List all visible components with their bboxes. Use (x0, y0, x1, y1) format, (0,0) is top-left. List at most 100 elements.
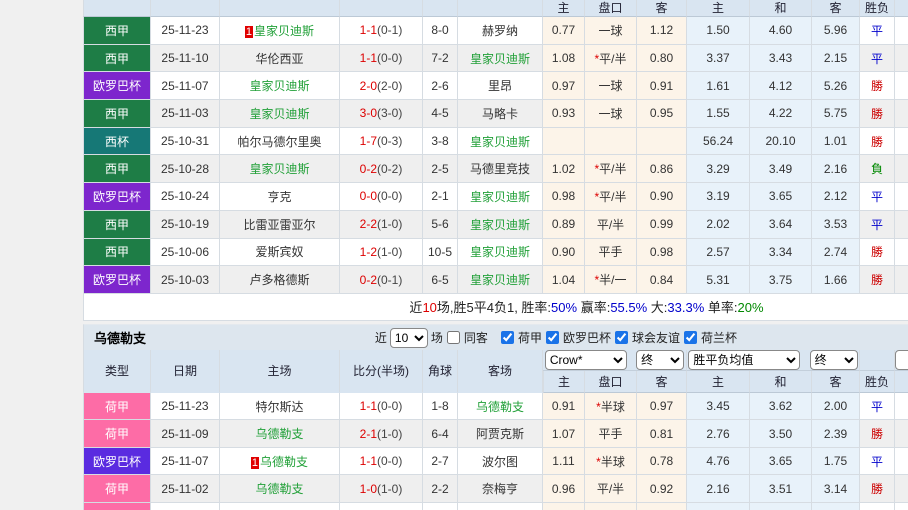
league-filter-checkbox[interactable] (545, 331, 559, 345)
away-team[interactable]: 皇家贝迪斯 (458, 210, 543, 239)
league-filter-checkbox[interactable] (614, 331, 628, 345)
away-team[interactable]: 波尔图 (458, 447, 543, 476)
page: 主 盘口 客 主 和 客 胜负 西甲 25-11-23 1 皇家贝迪斯 1-1(0… (0, 0, 908, 510)
away-team[interactable]: 皇家贝迪斯 (458, 238, 543, 267)
away-team[interactable]: 马德里竞技 (458, 155, 543, 184)
same-away-checkbox[interactable] (446, 331, 460, 345)
match-date: 25-10-03 (151, 266, 220, 294)
euro-away-odds: 2.15 (812, 44, 860, 73)
utrecht-matches-table: 类型 日期 主场 比分(半场) 角球 客场 Crow* 终 胜平负均值 终 主 … (83, 349, 908, 510)
match-result: 平 (860, 447, 895, 476)
home-team[interactable]: 华伦西亚 (220, 44, 340, 73)
euro-draw-odds: 3.64 (750, 210, 812, 239)
match-result: 平 (860, 17, 895, 45)
recent-count-select[interactable]: 10 (389, 327, 428, 348)
asian-home-odds: 0.90 (543, 238, 585, 267)
away-team[interactable]: 奈梅亨 (458, 475, 543, 503)
home-team[interactable]: 爱斯宾奴 (220, 238, 340, 267)
away-team[interactable]: 阿贾克斯 (458, 420, 543, 448)
handicap-header: 盘口 (585, 0, 637, 17)
euro-home-odds: 3.29 (687, 155, 750, 184)
home-team[interactable]: 1 乌德勒支 (220, 447, 340, 476)
home-team[interactable]: 皇家贝迪斯 (220, 155, 340, 184)
away-team[interactable]: 赫罗纳 (458, 17, 543, 45)
euro-draw-odds: 3.65 (750, 447, 812, 476)
clipped-header: 让 (895, 370, 908, 393)
match-result: 勝 (860, 266, 895, 294)
clipped-select[interactable] (895, 349, 908, 370)
asian-home-odds: 0.97 (543, 72, 585, 101)
asian-home-odds: 0.91 (543, 392, 585, 421)
corner-score: 4-5 (423, 100, 458, 128)
euro-away-odds: 5.96 (812, 17, 860, 45)
header-spacer (83, 0, 151, 17)
match-score: 3-0(3-0) (340, 100, 423, 128)
euro-time-select[interactable]: 终 (809, 349, 858, 370)
league-badge: 欧罗巴杯 (83, 72, 151, 101)
home-team[interactable]: 皇家贝迪斯 (220, 72, 340, 101)
asian-home-odds: 1.02 (543, 155, 585, 184)
euro-home-odds: 3.37 (687, 44, 750, 73)
euro-home-odds: 1.61 (687, 72, 750, 101)
euro-avg-select[interactable]: 胜平负均值 (688, 349, 801, 370)
euro-home-odds: 5.31 (687, 266, 750, 294)
asian-handicap: *平/半 (585, 44, 637, 73)
league-filter-label: 欧罗巴杯 (562, 331, 611, 346)
type-header: 类型 (83, 349, 151, 393)
recent-stats-text: 近10场,胜5平4负1, 胜率:50% 赢率:55.5% 大:33.3% 单率:… (83, 293, 908, 321)
header-spacer (423, 0, 458, 17)
home-team[interactable]: 亨克 (220, 183, 340, 211)
clipped-cell (895, 210, 908, 239)
odds-time-select[interactable]: 终 (636, 349, 685, 370)
away-team[interactable]: 里昂 (458, 72, 543, 101)
home-team[interactable]: 卢多格德斯 (220, 266, 340, 294)
euro-home-odds: 2.16 (687, 475, 750, 503)
euro-away-odds: 5.75 (812, 100, 860, 128)
header-row: 类型 日期 主场 比分(半场) 角球 客场 Crow* 终 胜平负均值 终 (83, 349, 908, 393)
home-team[interactable]: 帕尔马德尔里奥 (220, 127, 340, 156)
league-filter-checkbox[interactable] (683, 331, 697, 345)
match-score: 2-0(2-0) (340, 72, 423, 101)
table-row: 荷甲 25-11-02 乌德勒支 1-0(1-0) 2-2 奈梅亨 0.96 平… (83, 475, 908, 503)
league-filter-checkbox[interactable] (500, 331, 514, 345)
home-team[interactable]: 特尔斯达 (220, 392, 340, 421)
home-team[interactable]: 比雷亚雷亚尔 (220, 210, 340, 239)
rank-badge: 1 (250, 456, 260, 469)
away-team[interactable]: 皇家贝迪斯 (458, 127, 543, 156)
home-team[interactable]: 乌德勒支 (220, 475, 340, 503)
away-team[interactable]: 皇家贝迪斯 (458, 266, 543, 294)
corner-score: 6-5 (423, 266, 458, 294)
betis-matches-table: 主 盘口 客 主 和 客 胜负 西甲 25-11-23 1 皇家贝迪斯 1-1(0… (83, 0, 908, 321)
euro-home-odds (687, 502, 750, 510)
away-team[interactable]: 乌德勒支 (458, 392, 543, 421)
match-result: 勝 (860, 72, 895, 101)
clipped-cell (895, 100, 908, 128)
away-team[interactable]: 皇家贝迪斯 (458, 183, 543, 211)
home-team[interactable]: 1 皇家贝迪斯 (220, 17, 340, 45)
asian-home-odds: 1.08 (543, 44, 585, 73)
euro-away-odds: 2.00 (812, 392, 860, 421)
match-date: 25-11-02 (151, 475, 220, 503)
clipped-cell (895, 155, 908, 184)
asian-away-odds: 0.95 (637, 100, 687, 128)
home-team[interactable]: 乌德勒支 (220, 420, 340, 448)
away-team[interactable] (458, 502, 543, 510)
home-team[interactable]: 皇家贝迪斯 (220, 100, 340, 128)
away-team[interactable]: 马略卡 (458, 100, 543, 128)
match-date: 25-10-19 (151, 210, 220, 239)
match-score: 1-0(1-0) (340, 475, 423, 503)
away-team[interactable]: 皇家贝迪斯 (458, 44, 543, 73)
match-result: 勝 (860, 127, 895, 156)
clipped-cell (895, 127, 908, 156)
table-row: 荷甲 25-11-09 乌德勒支 2-1(1-0) 6-4 阿贾克斯 1.07 … (83, 420, 908, 448)
asian-away-odds: 0.78 (637, 447, 687, 476)
asian-home-odds: 1.07 (543, 420, 585, 448)
clipped-cell (895, 420, 908, 448)
bookmaker-select[interactable]: Crow* (544, 349, 627, 370)
league-filter-label: 荷甲 (517, 331, 542, 346)
corner-score: 2-1 (423, 183, 458, 211)
league-badge: 西甲 (83, 155, 151, 184)
corner-score: 1-8 (423, 392, 458, 421)
clipped-cell (895, 502, 908, 510)
home-team[interactable] (220, 502, 340, 510)
